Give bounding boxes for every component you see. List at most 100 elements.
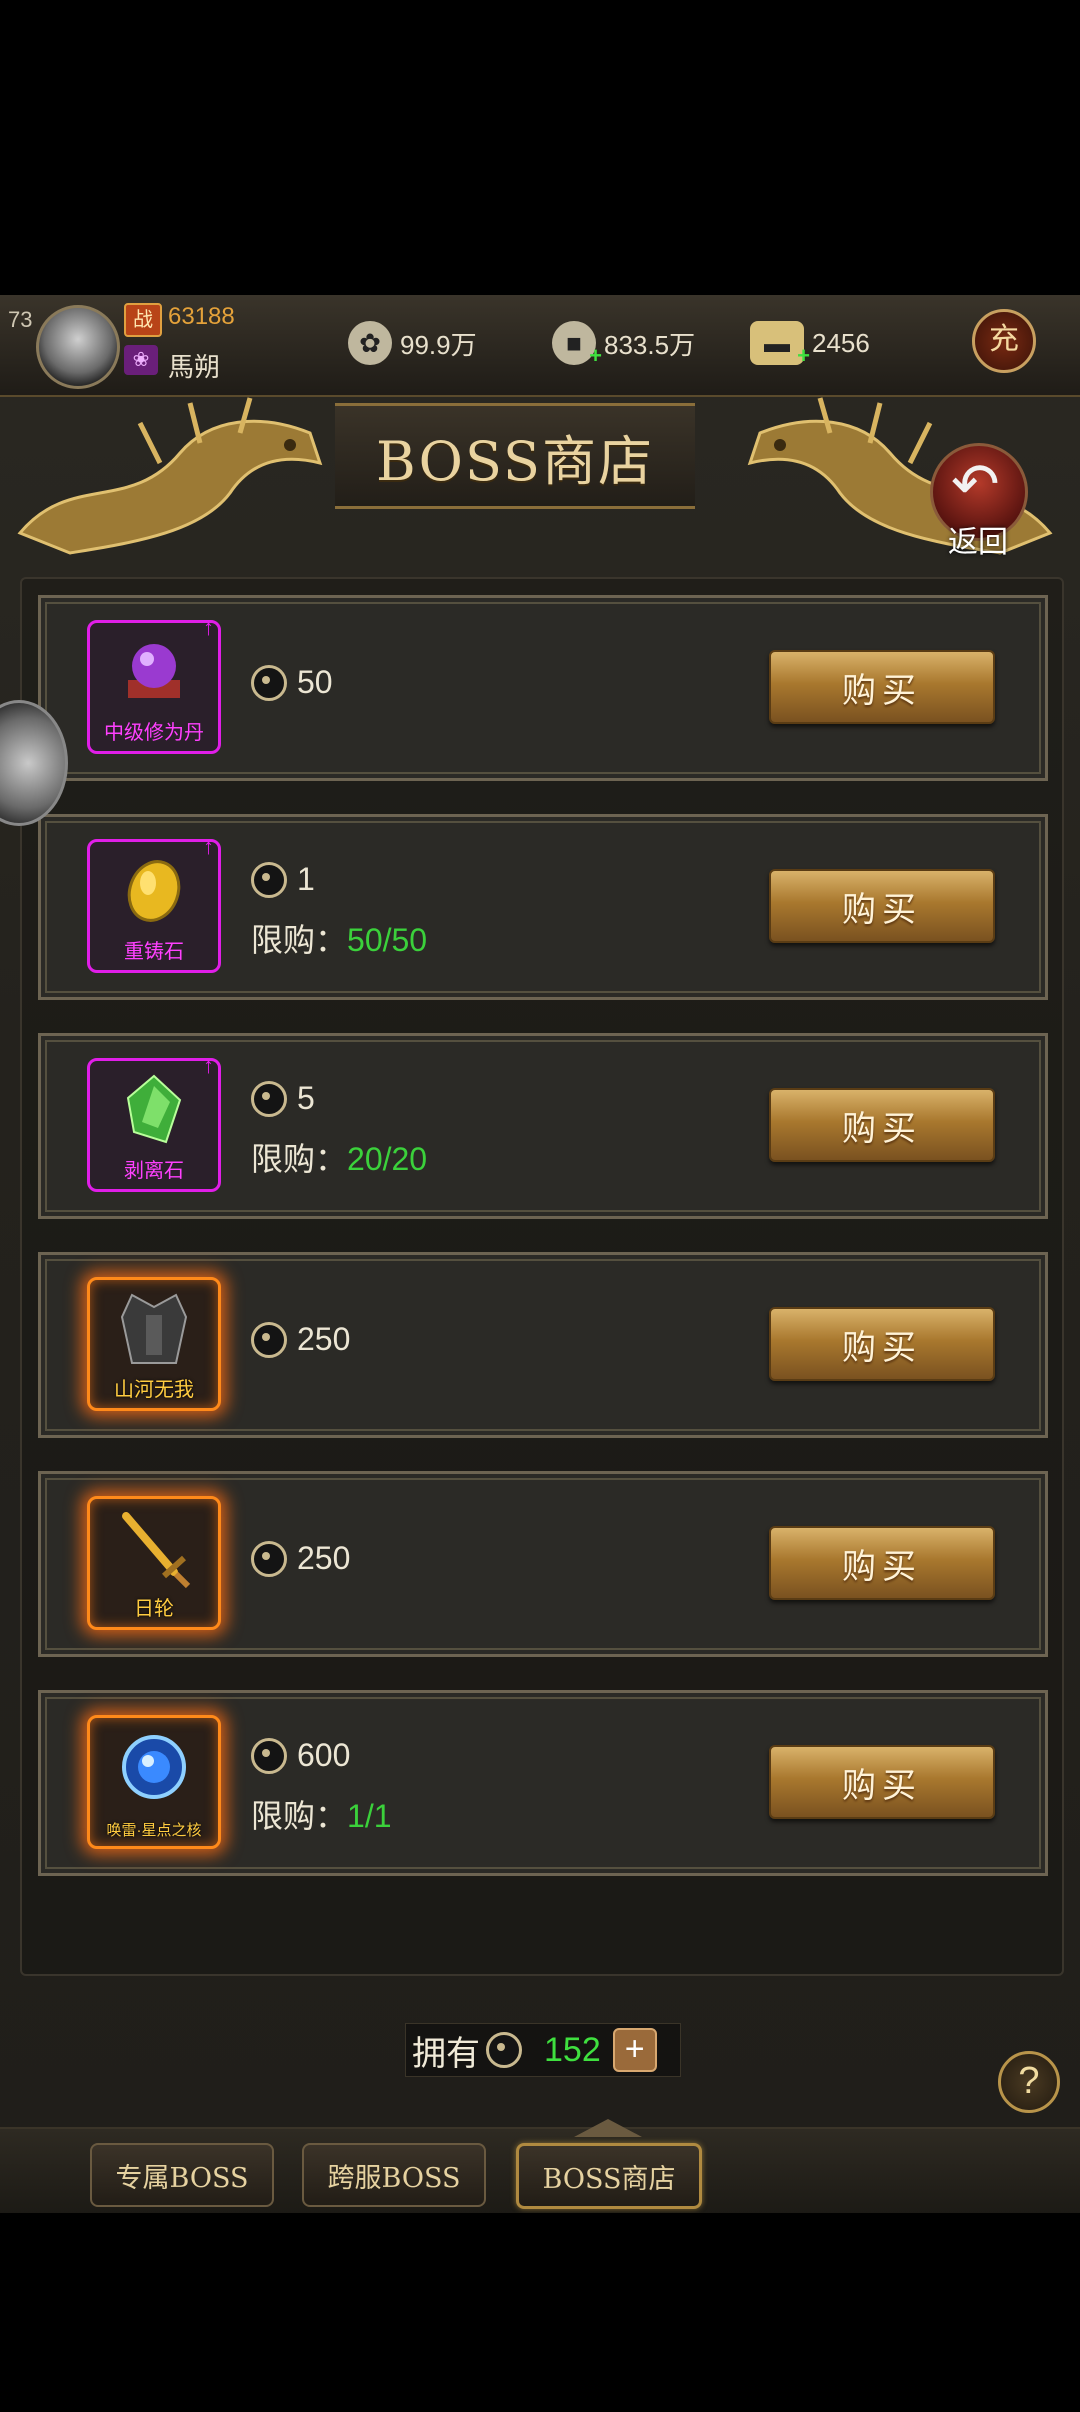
price-value: 50 bbox=[297, 664, 333, 700]
shop-list: ↑ 中级修为丹 50 购买 ↑ 重铸石 1 限购：50/50 购买 ↑ 剥离石 … bbox=[20, 577, 1064, 1976]
price-value: 250 bbox=[297, 1540, 351, 1576]
gold-ingot-icon: ▬ + bbox=[750, 321, 810, 368]
upgrade-arrow-icon: ↑ bbox=[203, 1053, 214, 1078]
top-bar: 73 战 63188 ❀ 馬朔 ✿ 99.9万 ■ + 833.5万 ▬ + 245… bbox=[0, 295, 1080, 397]
limit-label: 限购： bbox=[251, 1141, 348, 1177]
plus-icon: + bbox=[797, 343, 810, 368]
shop-item-row: ↑ 剥离石 5 限购：20/20 购买 bbox=[38, 1033, 1048, 1219]
item-slot[interactable]: 日轮 bbox=[87, 1496, 221, 1630]
shop-item-row: ↑ 中级修为丹 50 购买 bbox=[38, 595, 1048, 781]
upgrade-arrow-icon: ↑ bbox=[203, 834, 214, 859]
currency-value: 2456 bbox=[812, 327, 870, 358]
buy-label: 购买 bbox=[842, 890, 922, 929]
buy-label: 购买 bbox=[842, 1547, 922, 1586]
tab-cross-server-boss[interactable]: 跨服BOSS bbox=[302, 2143, 486, 2207]
game-screen: 73 战 63188 ❀ 馬朔 ✿ 99.9万 ■ + 833.5万 ▬ + 245… bbox=[0, 295, 1080, 2213]
item-price: 600 bbox=[251, 1737, 350, 1774]
buy-label: 购买 bbox=[842, 1766, 922, 1805]
buy-label: 购买 bbox=[842, 1109, 922, 1148]
tab-exclusive-boss[interactable]: 专属BOSS bbox=[90, 2143, 274, 2207]
buy-button[interactable]: 购买 bbox=[769, 1526, 995, 1600]
boss-coin-icon bbox=[251, 1737, 287, 1774]
tab-boss-shop[interactable]: BOSS商店 bbox=[516, 2143, 702, 2209]
item-slot[interactable]: ↑ 重铸石 bbox=[87, 834, 221, 973]
combat-power-value: 63188 bbox=[168, 303, 235, 330]
item-name: 剥离石 bbox=[124, 1160, 184, 1182]
boss-coin-icon bbox=[251, 1540, 287, 1577]
boss-coin-icon bbox=[251, 1321, 287, 1358]
green-crystal-icon bbox=[126, 1074, 182, 1143]
limit-label: 限购： bbox=[251, 922, 348, 958]
title-plate: BOSS商店 bbox=[335, 403, 695, 509]
buy-button[interactable]: 购买 bbox=[769, 869, 995, 943]
item-price: 250 bbox=[251, 1540, 350, 1577]
purple-pill-icon bbox=[128, 643, 180, 698]
price-value: 5 bbox=[297, 1080, 315, 1116]
item-slot[interactable]: ↑ 剥离石 bbox=[87, 1053, 221, 1192]
owned-label: 拥有 bbox=[412, 2034, 480, 2073]
price-value: 1 bbox=[297, 861, 315, 897]
owned-currency: 拥有 152 + bbox=[405, 2023, 681, 2077]
sword-icon bbox=[122, 1511, 191, 1588]
buy-button[interactable]: 购买 bbox=[769, 1307, 995, 1381]
item-name: 唤雷·星点之核 bbox=[106, 1822, 202, 1839]
boss-coin-icon bbox=[251, 861, 287, 898]
purchase-limit: 限购：50/50 bbox=[251, 915, 427, 961]
buy-label: 购买 bbox=[842, 1328, 922, 1367]
player-name: 馬朔 bbox=[168, 352, 221, 382]
item-slot[interactable]: 山河无我 bbox=[87, 1277, 221, 1411]
recharge-button[interactable]: 充 bbox=[972, 309, 1036, 373]
copper-coin-icon: ■ + bbox=[552, 321, 602, 368]
purchase-limit: 限购：20/20 bbox=[251, 1134, 427, 1180]
owned-value: 152 bbox=[544, 2030, 601, 2069]
gold-stone-icon bbox=[127, 859, 181, 922]
shop-item-row: 山河无我 250 购买 bbox=[38, 1252, 1048, 1438]
item-price: 5 bbox=[251, 1080, 315, 1117]
shop-item-row: 唤雷·星点之核 600 限购：1/1 购买 bbox=[38, 1690, 1048, 1876]
shop-item-row: ↑ 重铸石 1 限购：50/50 购买 bbox=[38, 814, 1048, 1000]
buy-label: 购买 bbox=[842, 671, 922, 710]
item-slot[interactable]: 唤雷·星点之核 bbox=[87, 1715, 221, 1849]
page-title: BOSS商店 bbox=[376, 429, 654, 493]
upgrade-arrow-icon: ↑ bbox=[203, 615, 214, 640]
item-price: 50 bbox=[251, 664, 333, 701]
item-name: 山河无我 bbox=[114, 1379, 194, 1401]
currency-value: 833.5万 bbox=[604, 329, 696, 360]
limit-label: 限购： bbox=[251, 1798, 348, 1834]
lotus-icon: ❀ bbox=[124, 345, 158, 375]
add-currency-button[interactable]: + bbox=[612, 2028, 657, 2072]
armor-icon bbox=[120, 1293, 188, 1364]
limit-value: 1/1 bbox=[347, 1798, 392, 1834]
price-value: 250 bbox=[297, 1321, 351, 1357]
avatar[interactable] bbox=[36, 305, 120, 389]
back-arrow-icon: ↶ bbox=[951, 452, 1000, 517]
purchase-limit: 限购：1/1 bbox=[251, 1791, 392, 1837]
buy-button[interactable]: 购买 bbox=[769, 650, 995, 724]
buy-button[interactable]: 购买 bbox=[769, 1088, 995, 1162]
player-level: 73 bbox=[8, 307, 33, 332]
item-price: 1 bbox=[251, 861, 315, 898]
boss-coin-icon bbox=[251, 664, 287, 701]
limit-value: 20/20 bbox=[347, 1141, 428, 1177]
help-button[interactable]: ? bbox=[998, 2051, 1060, 2113]
active-tab-indicator-icon bbox=[574, 2119, 642, 2137]
currency-value: 99.9万 bbox=[400, 329, 477, 360]
item-price: 250 bbox=[251, 1321, 350, 1358]
item-name: 中级修为丹 bbox=[104, 722, 204, 744]
boss-coin-icon bbox=[486, 2032, 522, 2068]
blue-orb-icon bbox=[122, 1734, 186, 1799]
buy-button[interactable]: 购买 bbox=[769, 1745, 995, 1819]
shop-item-row: 日轮 250 购买 bbox=[38, 1471, 1048, 1657]
back-label[interactable]: 返回 bbox=[948, 517, 1008, 561]
plus-icon: + bbox=[589, 343, 602, 368]
limit-value: 50/50 bbox=[347, 922, 428, 958]
item-slot[interactable]: ↑ 中级修为丹 bbox=[87, 615, 221, 754]
bottom-tab-bar: 专属BOSS 跨服BOSS BOSS商店 bbox=[0, 2119, 1080, 2213]
item-name: 日轮 bbox=[134, 1598, 174, 1620]
currency-copper-coin[interactable]: ■ + 833.5万 bbox=[552, 315, 695, 371]
currency-gold-ingot[interactable]: ▬ + 2456 bbox=[750, 315, 870, 371]
boss-coin-icon bbox=[251, 1080, 287, 1117]
dragon-ornament-left-icon bbox=[17, 397, 323, 555]
currency-ingot-bag[interactable]: ✿ 99.9万 bbox=[348, 315, 477, 371]
combat-power-icon: 战 bbox=[124, 303, 162, 337]
